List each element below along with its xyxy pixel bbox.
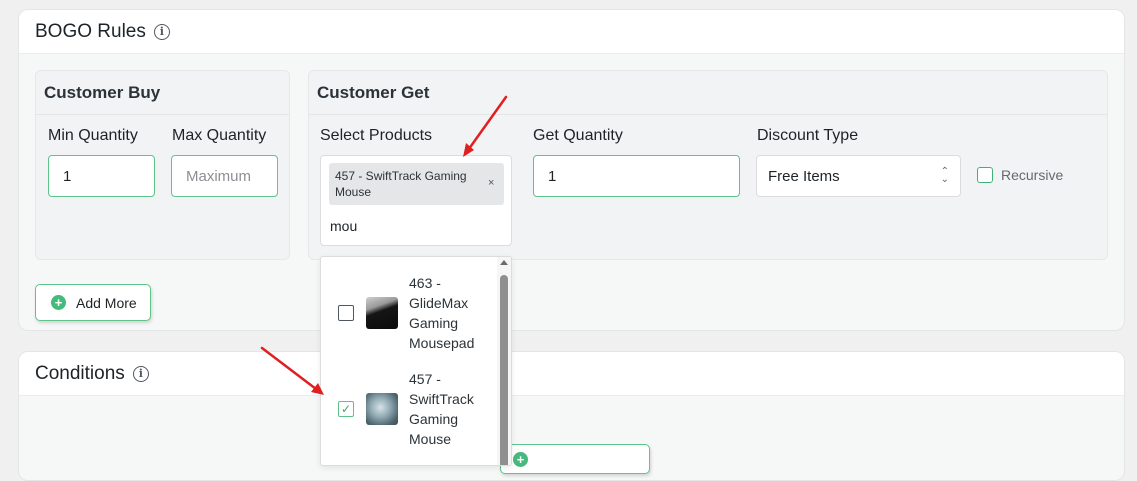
- info-icon[interactable]: i: [132, 365, 149, 382]
- option-checkbox-463[interactable]: [338, 305, 354, 321]
- get-quantity-input[interactable]: 1: [533, 155, 740, 197]
- option-line: GlideMax: [409, 295, 469, 311]
- get-quantity-label: Get Quantity: [533, 127, 623, 144]
- product-options-dropdown[interactable]: 463 - GlideMax Gaming Mousepad ✓ 457 - S…: [320, 256, 512, 466]
- option-checkbox-457[interactable]: ✓: [338, 401, 354, 417]
- option-line: Gaming: [409, 411, 459, 427]
- option-line: Mouse: [409, 431, 452, 447]
- option-line: 463 -: [409, 275, 441, 291]
- max-quantity-label: Max Quantity: [172, 127, 267, 144]
- bogo-rules-header: BOGO Rules i: [19, 10, 1124, 54]
- plus-circle-icon: +: [513, 451, 528, 467]
- customer-get-title: Customer Get: [309, 71, 1107, 115]
- add-more-label: Add More: [76, 294, 137, 311]
- option-line: 457 -: [409, 371, 441, 387]
- info-icon[interactable]: i: [153, 23, 170, 40]
- select-products-field[interactable]: 457 - SwiftTrack Gaming Mouse × mou: [320, 155, 512, 246]
- select-products-label: Select Products: [320, 127, 433, 144]
- recursive-label: Recursive: [1001, 167, 1064, 183]
- customer-buy-title: Customer Buy: [36, 71, 289, 115]
- option-line: Gaming: [409, 315, 459, 331]
- product-search-input[interactable]: mou: [330, 218, 357, 234]
- dropdown-scroll-thumb[interactable]: [500, 275, 508, 465]
- max-quantity-input[interactable]: Maximum: [171, 155, 278, 197]
- partial-button[interactable]: +: [500, 444, 650, 474]
- chip-remove-icon[interactable]: ×: [488, 177, 494, 189]
- selected-product-chip-label: 457 - SwiftTrack Gaming Mouse: [335, 169, 467, 199]
- dropdown-scrollbar[interactable]: [497, 257, 511, 465]
- option-label-457[interactable]: 457 - SwiftTrack Gaming Mouse: [409, 369, 499, 449]
- conditions-title: Conditions: [35, 362, 125, 384]
- select-updown-icon: ⌃ ⌄: [940, 166, 949, 185]
- option-line: SwiftTrack: [409, 391, 474, 407]
- min-quantity-input[interactable]: 1: [48, 155, 155, 197]
- option-label-463[interactable]: 463 - GlideMax Gaming Mousepad: [409, 273, 499, 353]
- conditions-header: Conditions i: [19, 352, 1124, 396]
- min-quantity-label: Min Quantity: [48, 127, 138, 144]
- bogo-rules-title: BOGO Rules: [35, 20, 146, 42]
- discount-type-value: Free Items: [768, 167, 840, 185]
- selected-product-chip: 457 - SwiftTrack Gaming Mouse: [329, 163, 504, 205]
- discount-type-label: Discount Type: [757, 127, 859, 144]
- scroll-up-arrow-icon[interactable]: [500, 260, 508, 265]
- plus-circle-icon: +: [51, 295, 66, 310]
- recursive-checkbox[interactable]: [977, 167, 993, 183]
- option-line: Mousepad: [409, 335, 475, 351]
- discount-type-select[interactable]: Free Items ⌃ ⌄: [756, 155, 961, 197]
- mousepad-thumbnail: [366, 297, 398, 329]
- add-more-button[interactable]: + Add More: [35, 284, 151, 321]
- mouse-thumbnail: [366, 393, 398, 425]
